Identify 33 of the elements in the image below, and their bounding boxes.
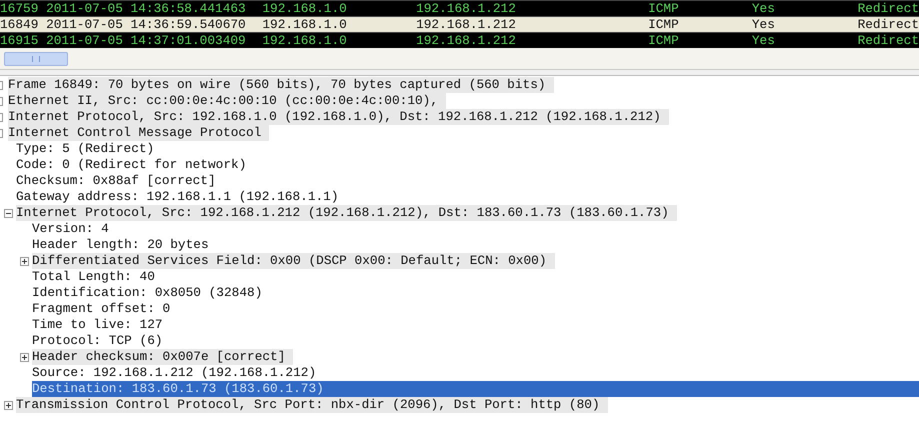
packet-row[interactable]: 16849 2011-07-05 14:36:59.540670 192.168.1.0 192.168.1.212 ICMP Yes Redirect [0,16,919,32]
table-cell: Redirect [858,17,919,32]
expand-icon[interactable] [20,352,28,362]
table-cell-text: 192.168.1.0 [262,33,348,48]
scrollbar-thumb[interactable] [4,52,68,66]
table-cell-text: Yes [752,33,776,48]
collapse-icon[interactable] [4,208,12,218]
table-cell-text: 16849 2011-07-05 14:36:59.540670 [0,17,247,32]
table-cell-text: ICMP [648,17,680,32]
table-cell: Redirect [858,1,919,16]
table-cell-text: 192.168.1.0 [262,17,348,32]
tree-item[interactable]: Frame 16849: 70 bytes on wire (560 bits), 70 bytes captured (560 bits) [8,77,554,93]
tree-item[interactable]: Transmission Control Protocol, Src Port: nbx-dir (2096), Dst Port: http (80) [16,397,608,413]
tree-item[interactable]: Internet Control Message Protocol [8,125,270,141]
table-cell-text: ICMP [648,33,680,48]
tree-item[interactable]: Destination: 183.60.1.73 (183.60.1.73) [32,381,919,397]
tree-item[interactable]: Header checksum: 0x007e [correct] [32,349,294,365]
table-cell-text: 16915 2011-07-05 14:37:01.003409 [0,33,247,48]
table-cell-text: 192.168.1.212 [416,33,517,48]
tree-item[interactable]: Ethernet II, Src: cc:00:0e:4c:00:10 (cc:00:0e:4c:00:10), [8,93,446,109]
table-cell-text: Yes [752,17,776,32]
table-cell: Redirect [858,33,919,48]
expand-icon[interactable] [4,400,12,410]
table-cell-text: 192.168.1.0 [262,1,348,16]
table-cell-text: 16759 2011-07-05 14:36:58.441463 [0,1,247,16]
table-cell-text: 192.168.1.212 [416,17,517,32]
tree-item[interactable]: Internet Protocol, Src: 192.168.1.212 (192.168.1.212), Dst: 183.60.1.73 (183.60.1.73) [16,205,677,221]
tree-item[interactable]: Internet Protocol, Src: 192.168.1.0 (192.168.1.0), Dst: 192.168.1.212 (192.168.1.212) [8,109,669,125]
table-cell-text: ICMP [648,1,680,16]
table-cell-text: Yes [752,1,776,16]
table-cell-text: 192.168.1.212 [416,1,517,16]
tree-item[interactable]: Differentiated Services Field: 0x00 (DSCP 0x00: Default; ECN: 0x00) [32,253,555,269]
expand-icon[interactable] [20,256,28,266]
